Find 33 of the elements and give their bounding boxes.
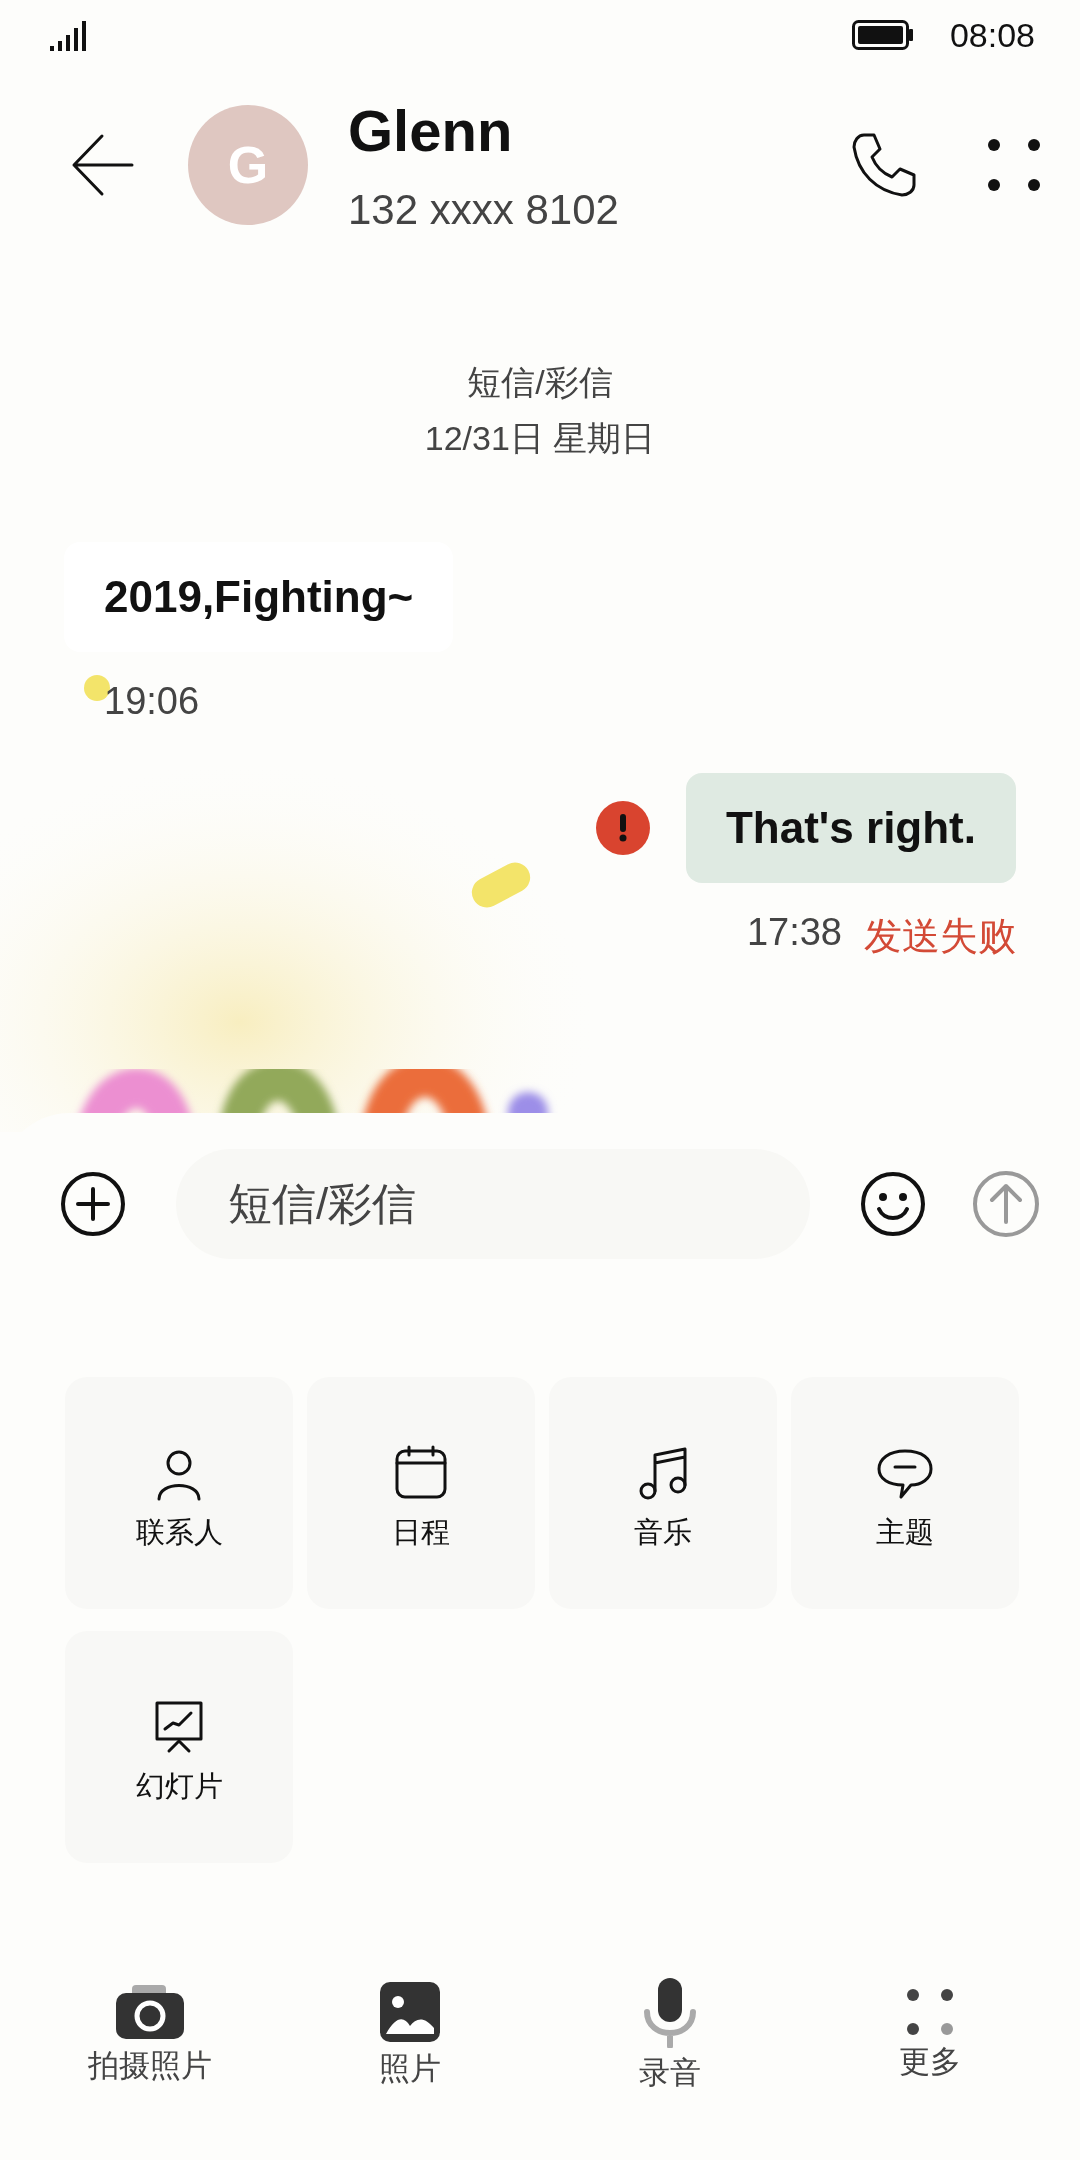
attachment-tile[interactable]: 日程	[307, 1377, 535, 1609]
bottom-action[interactable]: 录音	[540, 1940, 800, 2130]
thread-channel-label: 短信/彩信	[467, 362, 613, 403]
add-icon[interactable]	[60, 1171, 126, 1237]
message-bubble[interactable]: 2019,Fighting~	[64, 542, 454, 652]
send-failed-label: 发送失败	[864, 914, 1016, 959]
back-icon[interactable]	[70, 132, 136, 198]
more-icon	[905, 1987, 955, 2037]
battery-icon	[851, 20, 914, 50]
attachment-tile[interactable]: 音乐	[549, 1377, 777, 1609]
thread-date: 12/31日 星期日	[424, 418, 656, 459]
bottom-action[interactable]: 照片	[280, 1940, 540, 2130]
status-time: 08:08	[949, 15, 1035, 55]
emoji-icon[interactable]	[860, 1171, 926, 1237]
contact-avatar: G	[188, 105, 308, 225]
message-input-field[interactable]: 短信/彩信	[176, 1149, 810, 1259]
message-time: 17:38	[746, 911, 842, 955]
microphone-icon	[642, 1976, 698, 2048]
more-icon[interactable]	[988, 139, 1040, 191]
contact-name: Glenn	[348, 96, 514, 164]
attachment-tile[interactable]: 联系人	[65, 1377, 293, 1609]
message-time: 19:06	[104, 680, 200, 723]
error-icon[interactable]	[596, 801, 650, 855]
message-bubble[interactable]: That's right.	[686, 773, 1016, 883]
image-icon	[378, 1980, 442, 2044]
bottom-action[interactable]: 拍摄照片	[20, 1940, 280, 2130]
camera-icon	[114, 1983, 186, 2041]
phone-icon[interactable]	[850, 131, 918, 199]
bottom-action[interactable]: 更多	[800, 1940, 1060, 2130]
contact-number: 132 xxxx 8102	[348, 185, 620, 234]
attachment-tile[interactable]: 幻灯片	[65, 1631, 293, 1863]
attachment-tile[interactable]: 主题	[791, 1377, 1019, 1609]
signal-icon	[50, 19, 88, 51]
